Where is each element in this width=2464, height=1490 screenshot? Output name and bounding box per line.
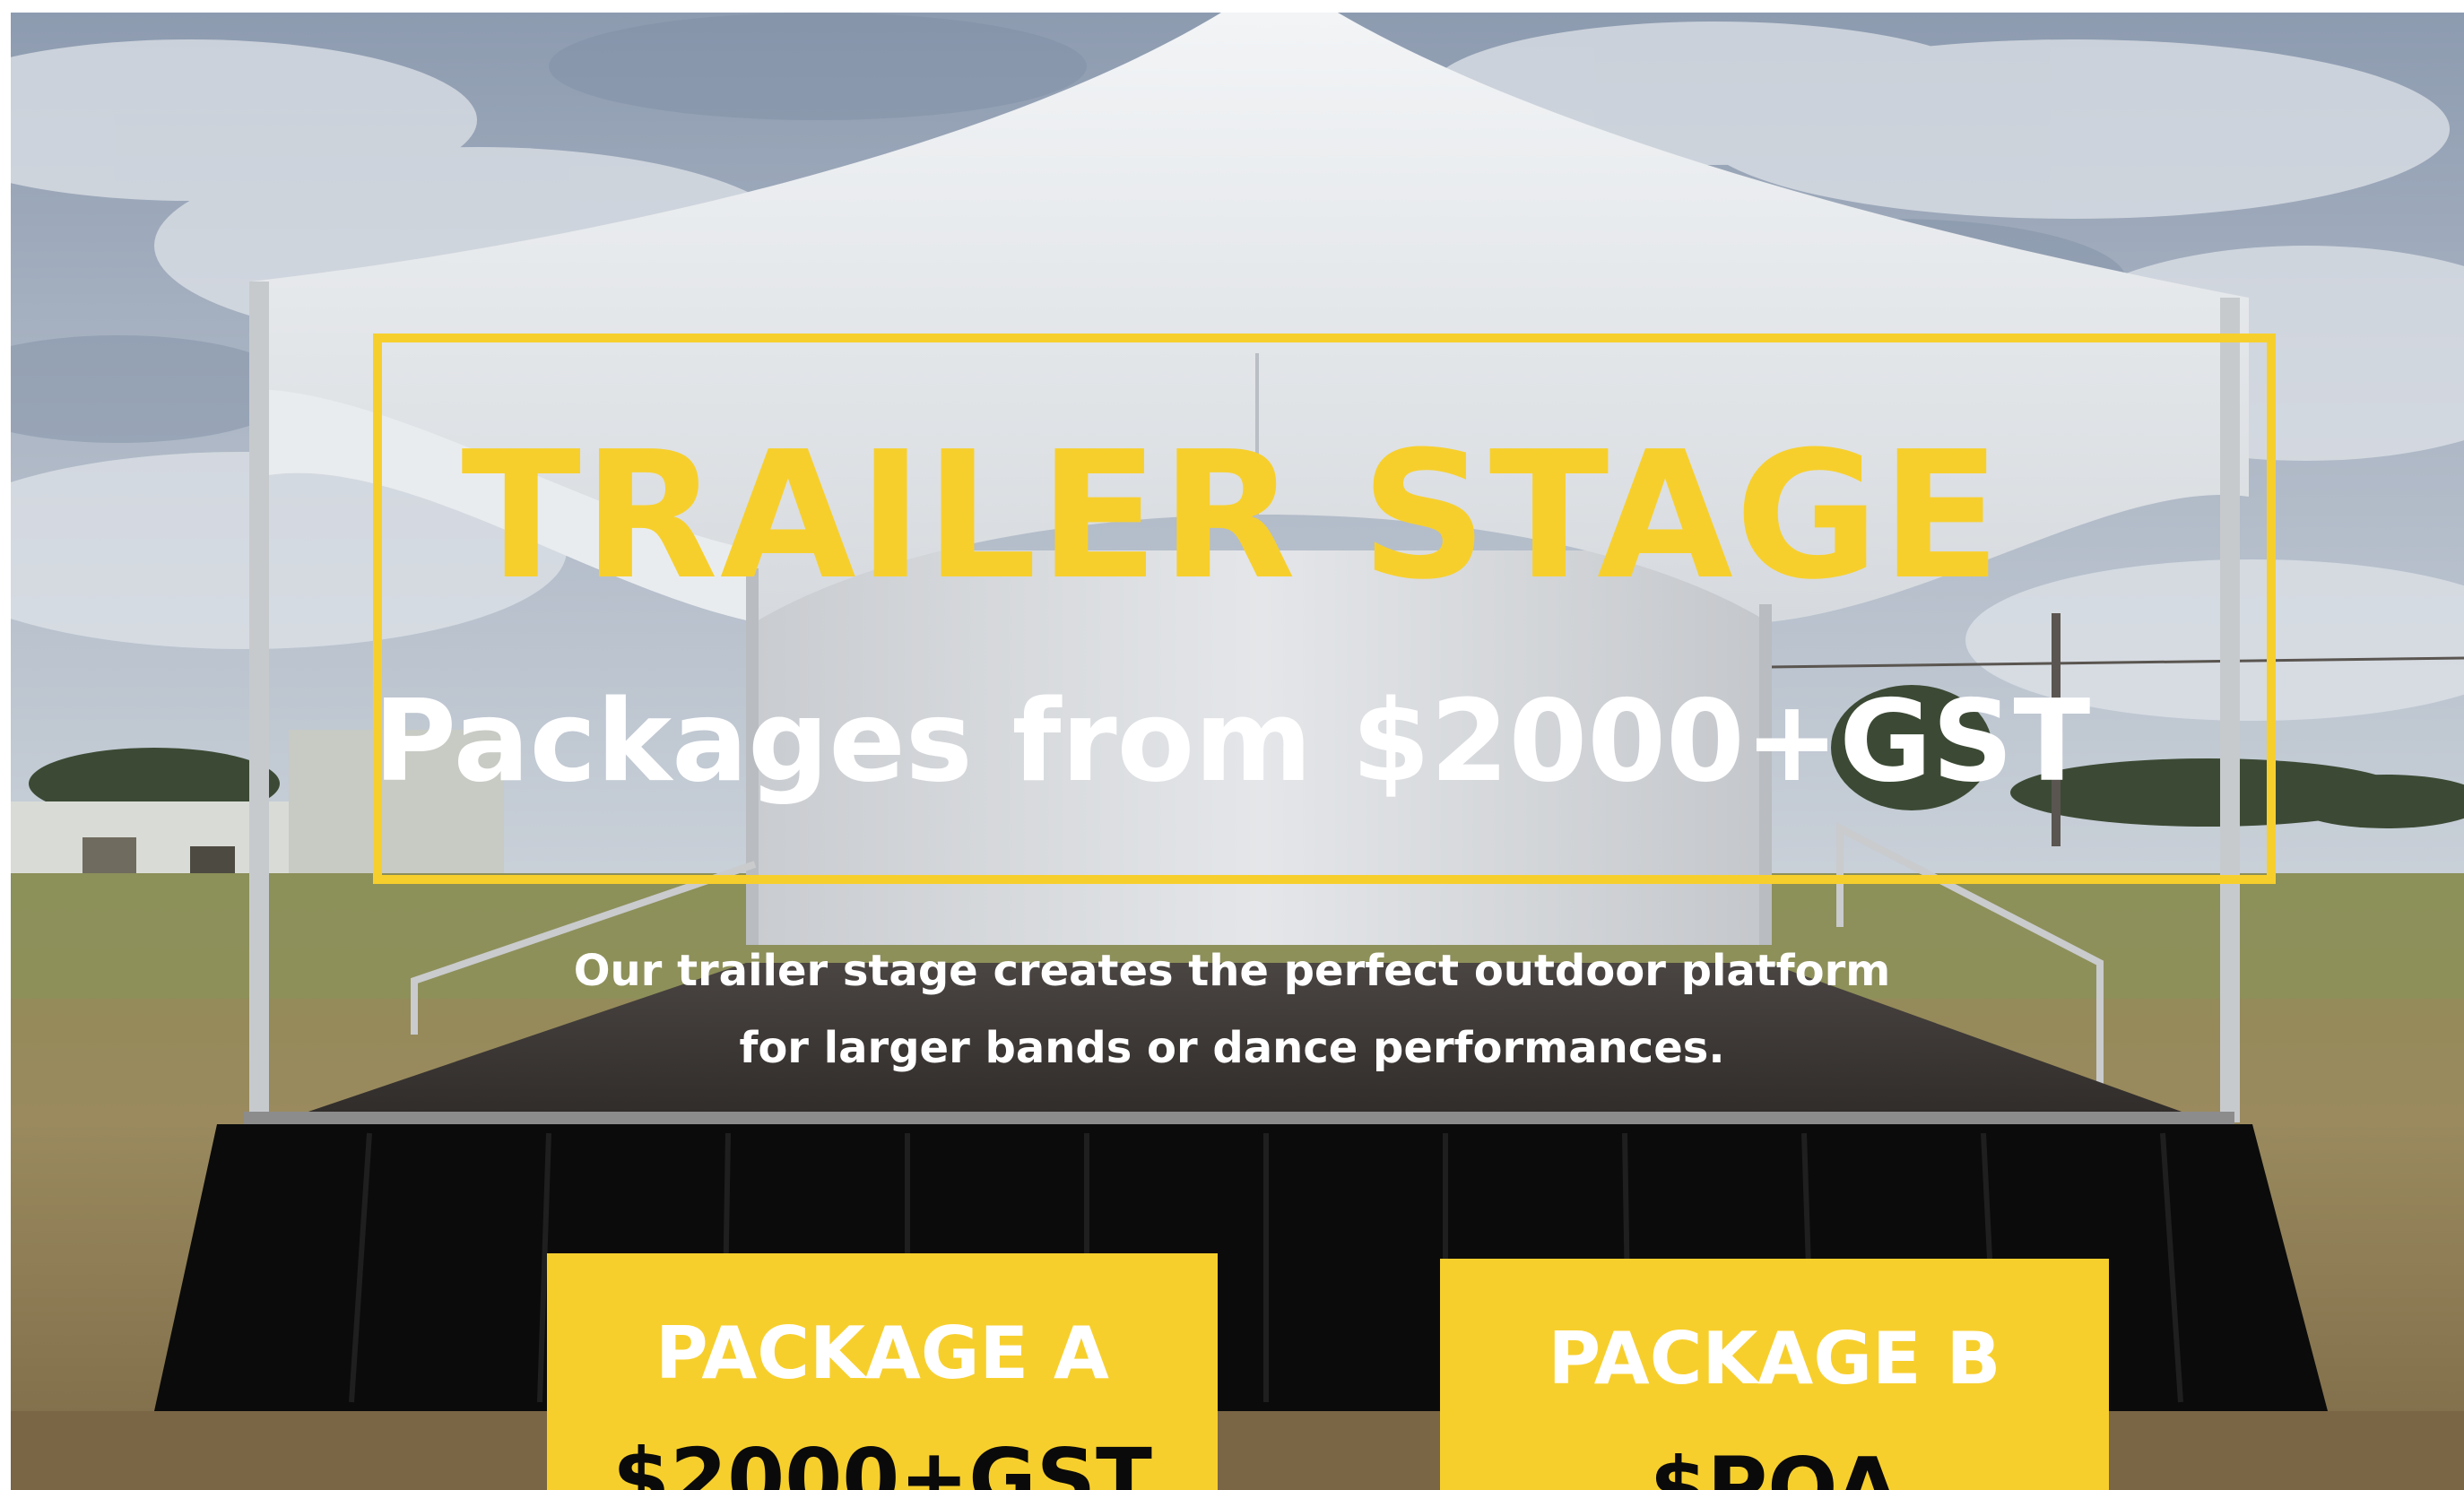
page-title: TRAILER STAGE (461, 414, 2003, 619)
package-a-card: PACKAGE A $2000+GST (547, 1253, 1218, 1490)
price-subtitle: Packages from $2000+GST (373, 675, 2091, 807)
description-line-2: for larger bands or dance performances. (739, 1023, 1725, 1073)
package-b-card: PACKAGE B $POA (1440, 1259, 2109, 1490)
package-b-price: $POA (1649, 1440, 1900, 1490)
package-a-name: PACKAGE A (655, 1312, 1109, 1395)
description-line-1: Our trailer stage creates the perfect ou… (573, 946, 1891, 996)
package-a-price: $2000+GST (612, 1431, 1152, 1490)
package-b-name: PACKAGE B (1548, 1317, 2001, 1400)
stage-description: Our trailer stage creates the perfect ou… (0, 932, 2464, 1087)
